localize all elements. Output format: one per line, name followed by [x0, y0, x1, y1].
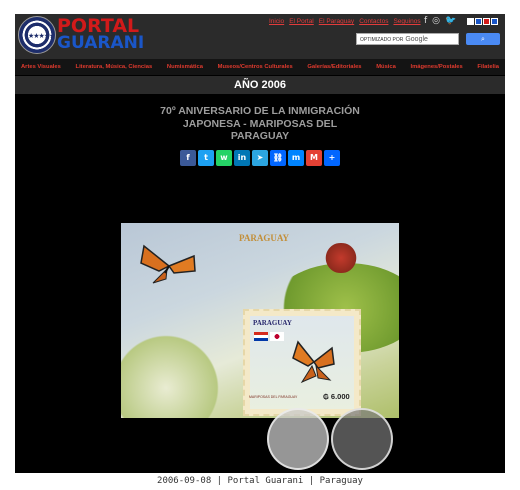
year-heading: AÑO 2006	[15, 76, 505, 94]
theme-swatch-blue-2[interactable]	[491, 18, 498, 25]
theme-swatch-red[interactable]	[483, 18, 490, 25]
search-button[interactable]: ⌕	[466, 33, 500, 45]
page-frame: ★★★★★ PORTAL GUARANI Inicio El Portal El…	[15, 14, 505, 473]
butterfly-large-icon	[140, 244, 196, 284]
share-more-icon[interactable]: +	[324, 150, 340, 166]
nav-item-imagenes[interactable]: Imágenes/Postales	[411, 64, 463, 70]
seal-stars-icon: ★★★★★	[28, 32, 55, 40]
search-icon: ⌕	[481, 35, 485, 43]
nav-item-artes-visuales[interactable]: Artes Visuales	[21, 64, 61, 70]
watermark-shield-icon	[331, 408, 393, 470]
nav-item-musica[interactable]: Música	[376, 64, 396, 70]
image-caption: 2006-09-08 | Portal Guarani | Paraguay	[157, 476, 363, 486]
share-messenger-icon[interactable]: m	[288, 150, 304, 166]
social-links: f ◎ 🐦	[424, 16, 456, 26]
article-title-line-1: 70º ANIVERSARIO DE LA INMIGRACIÓN	[160, 105, 360, 117]
sheet-title: PARAGUAY	[239, 233, 290, 243]
link-el-portal[interactable]: El Portal	[289, 18, 314, 25]
red-berries-shape	[321, 243, 361, 273]
stamp-value: ₲ 6.000	[323, 392, 350, 401]
flowers-shape	[121, 333, 231, 418]
site-header: ★★★★★ PORTAL GUARANI Inicio El Portal El…	[15, 14, 505, 59]
stamp-sheet-image[interactable]: PARAGUAY PARAGUAY ₲ 6.000 MARIPOSAS DEL	[121, 223, 399, 418]
theme-swatches	[467, 18, 498, 25]
nav-item-filatelia[interactable]: Filatelia	[477, 64, 499, 70]
share-buttons: f t w in ➤ ⛓ m M +	[180, 150, 340, 166]
stamp: PARAGUAY ₲ 6.000 MARIPOSAS DEL PARAGUAY	[243, 309, 361, 416]
article-title-line-3: PARAGUAY	[230, 130, 290, 142]
portal-seal-logo[interactable]: ★★★★★	[18, 16, 56, 54]
nav-item-galerias[interactable]: Galerías/Editoriales	[307, 64, 361, 70]
share-facebook-icon[interactable]: f	[180, 150, 196, 166]
share-linkedin-icon[interactable]: in	[234, 150, 250, 166]
watermark-seal-icon	[267, 408, 329, 470]
stamp-title: PARAGUAY	[253, 319, 292, 327]
article-title-line-2: JAPONESA - MARIPOSAS DEL	[182, 117, 338, 130]
theme-swatch-white[interactable]	[467, 18, 474, 25]
link-seguinos[interactable]: Seguinos	[393, 18, 420, 25]
article-title: 70º ANIVERSARIO DE LA INMIGRACIÓN JAPONE…	[125, 105, 395, 143]
japan-flag-icon	[270, 332, 284, 341]
stamp-caption: MARIPOSAS DEL PARAGUAY	[249, 395, 298, 399]
share-whatsapp-icon[interactable]: w	[216, 150, 232, 166]
paraguay-flag-icon	[254, 332, 268, 341]
share-gmail-icon[interactable]: M	[306, 150, 322, 166]
twitter-icon[interactable]: 🐦	[445, 16, 456, 26]
logo-guarani-text[interactable]: GUARANI	[57, 33, 144, 53]
butterfly-stamp-icon	[292, 340, 335, 384]
nav-item-numismatica[interactable]: Numismática	[167, 64, 203, 70]
link-el-paraguay[interactable]: El Paraguay	[319, 18, 354, 25]
share-copy-link-icon[interactable]: ⛓	[270, 150, 286, 166]
search-placeholder: OPTIMIZADO POR	[360, 37, 404, 43]
share-twitter-icon[interactable]: t	[198, 150, 214, 166]
link-contactos[interactable]: Contactos	[359, 18, 388, 25]
nav-item-literatura[interactable]: Literatura, Música, Ciencias	[76, 64, 153, 70]
search-input[interactable]: OPTIMIZADO POR Google	[356, 33, 459, 45]
share-telegram-icon[interactable]: ➤	[252, 150, 268, 166]
nav-item-museos[interactable]: Museos/Centros Culturales	[218, 64, 293, 70]
search-google-brand: Google	[405, 36, 428, 43]
facebook-icon[interactable]: f	[424, 16, 427, 26]
top-links: Inicio El Portal El Paraguay Contactos S…	[269, 18, 421, 25]
theme-swatch-blue[interactable]	[475, 18, 482, 25]
link-inicio[interactable]: Inicio	[269, 18, 284, 25]
instagram-icon[interactable]: ◎	[432, 16, 440, 26]
main-nav: Artes Visuales Literatura, Música, Cienc…	[15, 59, 505, 75]
